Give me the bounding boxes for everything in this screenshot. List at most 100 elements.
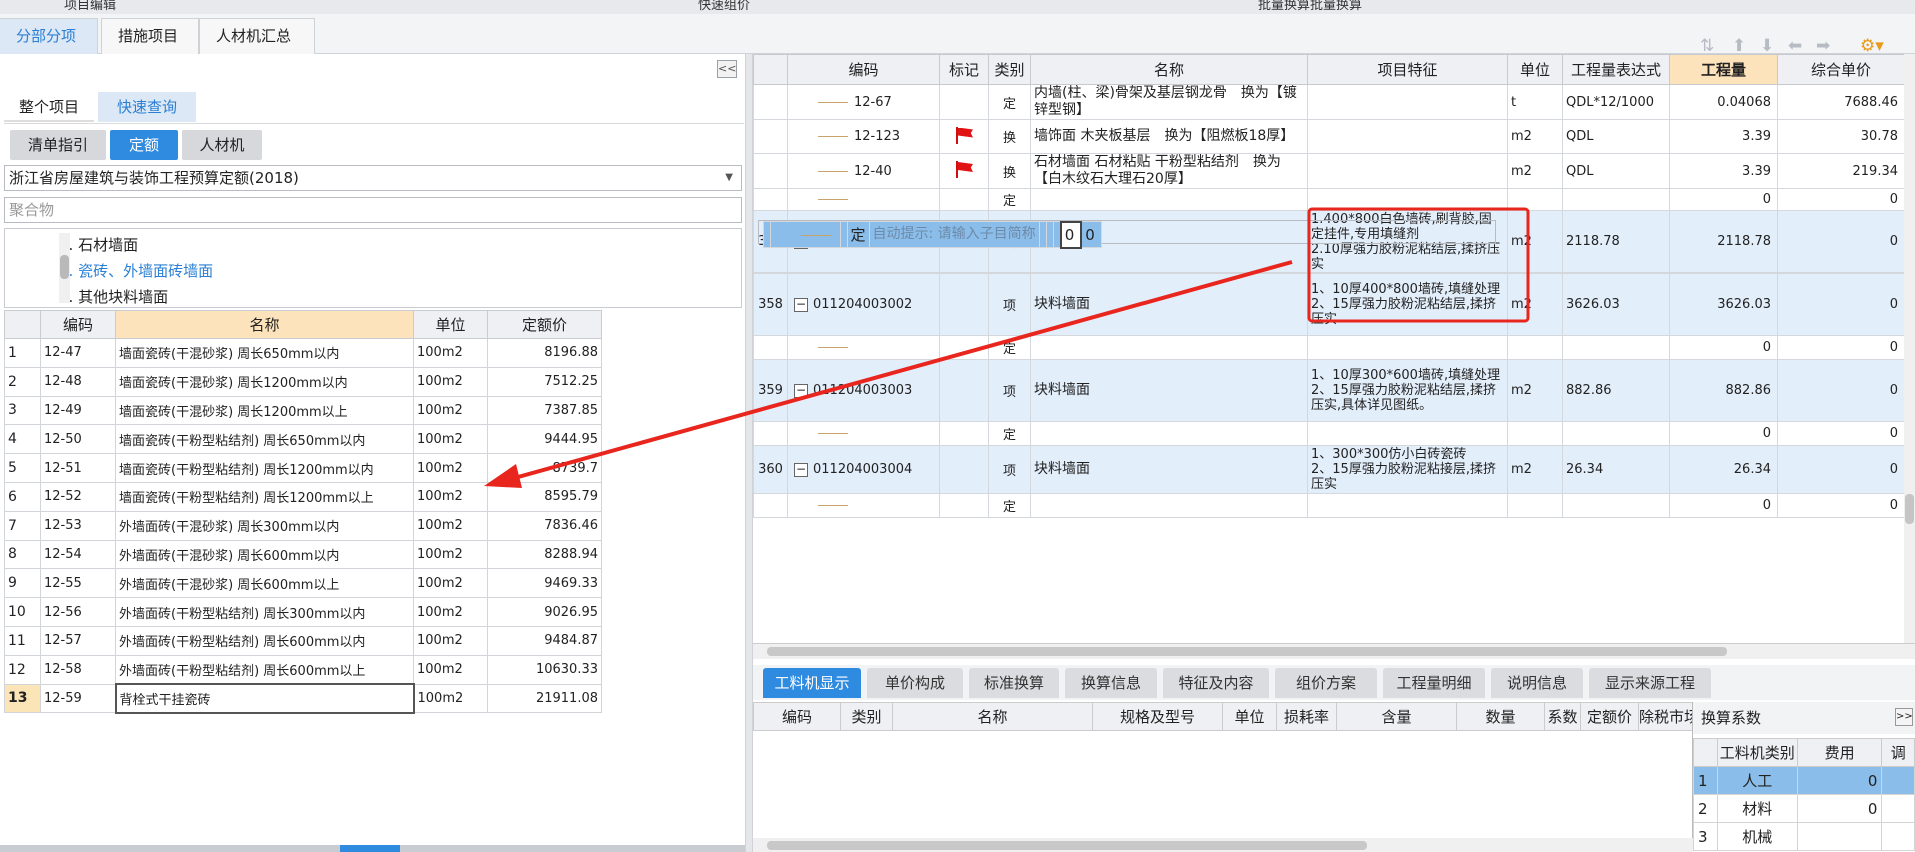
- table-row[interactable]: 定 00: [753, 421, 1905, 446]
- tree-scrollbar[interactable]: [59, 233, 70, 303]
- collapse-toggle-icon[interactable]: −: [794, 462, 808, 477]
- col-mark-header[interactable]: 标记: [939, 54, 989, 85]
- tab-bill-guide[interactable]: 清单指引: [10, 130, 106, 160]
- tab-measures[interactable]: 措施项目: [101, 18, 199, 54]
- table-row[interactable]: 10 12-56 外墙面砖(干粉型粘结剂) 周长300mm以内 100m2 9026.9…: [4, 597, 602, 627]
- detail-tab[interactable]: 标准换算: [969, 668, 1059, 698]
- table-row[interactable]: 6 12-52 墙面瓷砖(干粉型粘结剂) 周长1200mm以上 100m2 8595.7…: [4, 481, 602, 512]
- col-code-header[interactable]: 编码: [40, 310, 116, 339]
- tab-labor-material[interactable]: 人材机: [182, 130, 262, 160]
- table-row[interactable]: 13 12-59 背栓式干挂瓷砖 100m2 21911.08: [4, 683, 602, 714]
- table-row[interactable]: 5 12-51 墙面瓷砖(干粉型粘结剂) 周长1200mm以内 100m2 8739.7: [4, 453, 602, 483]
- table-row[interactable]: 11 12-57 外墙面砖(干粉型粘结剂) 周长600mm以内 100m2 9484.8…: [4, 625, 602, 656]
- table-row[interactable]: 12-123 换墙饰面 木夹板基层 换为【阻燃板18厚】 m2 QDL 3.39 30.7…: [753, 119, 1905, 154]
- tab-quick-query[interactable]: 快速查询: [98, 92, 196, 122]
- col-unit-header[interactable]: 单位: [1507, 54, 1563, 85]
- detail-col-header[interactable]: 定额价: [1580, 702, 1639, 731]
- tree-item-tile-wall[interactable]: 2. 瓷砖、外墙面砖墙面: [59, 260, 213, 281]
- detail-horizontal-scrollbar[interactable]: [753, 838, 1693, 852]
- coef-col-adjust[interactable]: 调: [1881, 738, 1915, 767]
- collapse-left-button[interactable]: <<: [717, 60, 737, 78]
- tab-whole-project[interactable]: 整个项目: [4, 92, 94, 122]
- tab-sub-items[interactable]: 分部分项: [0, 18, 98, 54]
- menu-project-edit[interactable]: 项目编辑: [64, 0, 116, 13]
- detail-col-header[interactable]: 单位: [1222, 702, 1277, 731]
- table-row[interactable]: 定 00: [753, 493, 1905, 518]
- table-row[interactable]: 360−011204003004 项块料墙面 1、300*300仿小白砖瓷砖 2、15…: [753, 445, 1905, 494]
- item-feature: 1、10厚300*600墙砖,填缝处理 2、15厚强力胶粉泥粘结层,揉挤压实,具体…: [1307, 359, 1508, 422]
- table-row[interactable]: 8 12-54 外墙面砖(干混砂浆) 周长600mm以内 100m2 8288.94: [4, 539, 602, 570]
- table-row[interactable]: 定 00: [753, 188, 1905, 211]
- detail-col-header[interactable]: 名称: [892, 702, 1093, 731]
- table-row[interactable]: 1 12-47 墙面瓷砖(干混砂浆) 周长650mm以内 100m2 8196.88: [4, 338, 602, 368]
- coef-col-category[interactable]: 工料机类别: [1716, 738, 1798, 767]
- expand-panel-button[interactable]: >>: [1895, 708, 1913, 726]
- detail-col-header[interactable]: 含量: [1336, 702, 1457, 731]
- table-row[interactable]: 1 人工 0: [1693, 766, 1915, 795]
- mark-cell: [939, 119, 989, 154]
- detail-col-header[interactable]: 类别: [840, 702, 893, 731]
- coef-col-fee[interactable]: 费用: [1796, 738, 1883, 767]
- table-row[interactable]: 4 12-50 墙面瓷砖(干粉型粘结剂) 周长650mm以内 100m2 9444.95: [4, 424, 602, 455]
- move-left-icon[interactable]: ⬅: [1788, 36, 1802, 56]
- detail-col-header[interactable]: 数量: [1456, 702, 1545, 731]
- detail-tab[interactable]: 显示来源工程: [1589, 668, 1711, 698]
- move-right-icon[interactable]: ➡: [1816, 36, 1830, 56]
- table-row[interactable]: 359−011204003003 项块料墙面 1、10厚300*600墙砖,填缝处理…: [753, 359, 1905, 422]
- tab-materials-summary[interactable]: 人材机汇总: [199, 18, 315, 54]
- quota-book-select[interactable]: 浙江省房屋建筑与装饰工程预算定额(2018) ▼: [4, 165, 742, 191]
- col-feature-header[interactable]: 项目特征: [1307, 54, 1508, 85]
- table-row[interactable]: 12 12-58 外墙面砖(干粉型粘结剂) 周长600mm以上 100m2 10630.…: [4, 654, 602, 685]
- table-row[interactable]: 2 12-48 墙面瓷砖(干混砂浆) 周长1200mm以内 100m2 7512.25: [4, 366, 602, 397]
- move-down-icon[interactable]: ⬇: [1760, 36, 1774, 56]
- item-unit-price: 0: [1777, 335, 1905, 360]
- detail-tab[interactable]: 工程量明细: [1383, 668, 1485, 698]
- search-input[interactable]: 聚合物: [4, 197, 742, 223]
- table-row[interactable]: 2 材料 0: [1693, 794, 1915, 823]
- main-horizontal-scrollbar[interactable]: [753, 643, 1915, 659]
- tab-quota[interactable]: 定额: [110, 130, 178, 160]
- col-name-header[interactable]: 名称: [115, 310, 414, 339]
- table-row[interactable]: 3 12-49 墙面瓷砖(干混砂浆) 周长1200mm以上 100m2 7387.85: [4, 395, 602, 426]
- detail-col-header[interactable]: 除税市场: [1637, 702, 1701, 731]
- table-row[interactable]: 12-40 换石材墙面 石材粘贴 干粉型粘结剂 换为【白木纹石大理石20厚】 m2 Q…: [753, 153, 1905, 189]
- detail-tab[interactable]: 说明信息: [1491, 668, 1583, 698]
- main-vertical-scrollbar[interactable]: [1904, 54, 1915, 644]
- detail-col-header[interactable]: 系数: [1544, 702, 1581, 731]
- table-row[interactable]: 358−011204003002 项块料墙面 1、10厚400*800墙砖,填缝处理…: [753, 273, 1905, 336]
- table-row[interactable]: 12-67 定内墙(柱、梁)骨架及基层钢龙骨 换为【镀锌型钢】 t QDL*12/10…: [753, 84, 1905, 120]
- collapse-toggle-icon[interactable]: −: [794, 383, 808, 398]
- detail-col-header[interactable]: 规格及型号: [1092, 702, 1223, 731]
- detail-tab[interactable]: 组价方案: [1275, 668, 1377, 698]
- detail-tab[interactable]: 工料机显示: [763, 668, 861, 698]
- col-price-header[interactable]: 综合单价: [1777, 54, 1905, 85]
- col-unit-header[interactable]: 单位: [413, 310, 488, 339]
- collapse-toggle-icon[interactable]: −: [794, 297, 808, 312]
- col-expr-header[interactable]: 工程量表达式: [1562, 54, 1670, 85]
- table-row[interactable]: 9 12-55 外墙面砖(干混砂浆) 周长600mm以上 100m2 9469.33: [4, 568, 602, 599]
- detail-tab[interactable]: 单价构成: [867, 668, 963, 698]
- table-row[interactable]: 7 12-53 外墙面砖(干混砂浆) 周长300mm以内 100m2 7836.46: [4, 510, 602, 541]
- tree-item-stone-wall[interactable]: 1. 石材墙面: [59, 234, 138, 255]
- move-up-icon[interactable]: ⬆: [1732, 36, 1746, 56]
- detail-col-header[interactable]: 损耗率: [1276, 702, 1337, 731]
- menu-batch-convert-1[interactable]: 批量换算: [1258, 0, 1310, 13]
- table-row[interactable]: 3 机械: [1693, 822, 1915, 851]
- col-name-header[interactable]: 名称: [1030, 54, 1308, 85]
- detail-col-header[interactable]: 编码: [753, 702, 841, 731]
- detail-tab[interactable]: 特征及内容: [1163, 668, 1269, 698]
- menu-batch-convert-2[interactable]: 批量换算: [1310, 0, 1362, 13]
- sort-icon[interactable]: ⇅: [1700, 36, 1714, 56]
- panel-splitter[interactable]: [745, 54, 753, 852]
- settings-icon[interactable]: ⚙▾: [1860, 36, 1884, 56]
- item-unit: m2: [1507, 210, 1563, 273]
- detail-tab[interactable]: 换算信息: [1065, 668, 1157, 698]
- col-qty-header[interactable]: 工程量: [1669, 54, 1778, 85]
- col-type-header[interactable]: 类别: [988, 54, 1031, 85]
- menu-quick-pricing[interactable]: 快速组价: [698, 0, 750, 13]
- table-row[interactable]: 定 00: [753, 335, 1905, 360]
- table-row[interactable]: 定自动提示: 请输入子目简称 0 0: [757, 219, 1496, 249]
- tree-item-other-wall[interactable]: 3. 其他块料墙面: [59, 286, 168, 307]
- col-code-header[interactable]: 编码: [787, 54, 940, 85]
- col-price-header[interactable]: 定额价: [487, 310, 602, 339]
